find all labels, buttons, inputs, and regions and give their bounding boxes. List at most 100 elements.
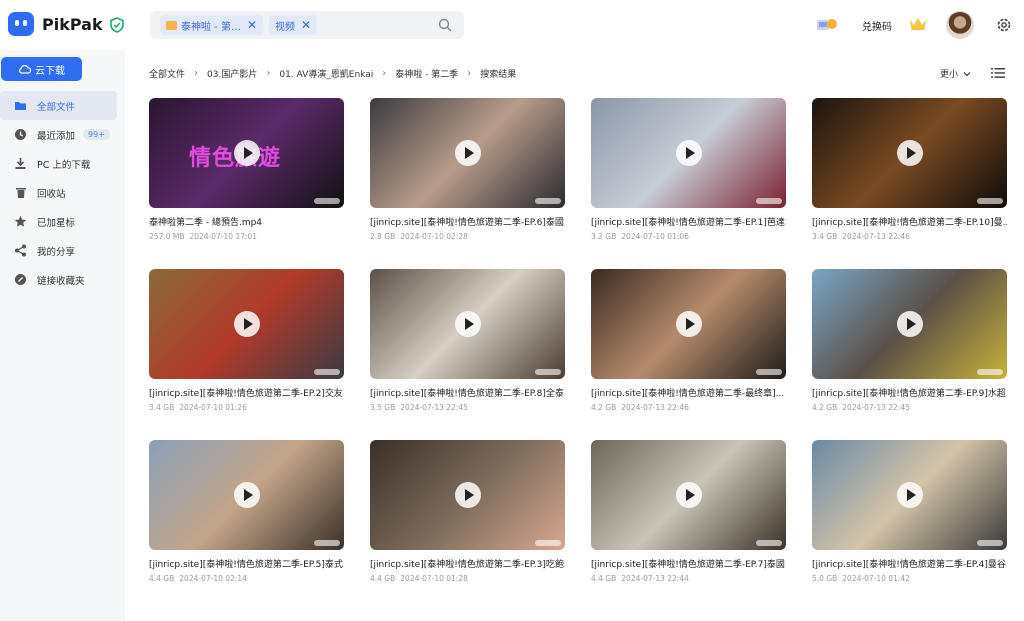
video-thumbnail[interactable] [812, 440, 1007, 550]
cloud-download-button[interactable]: 云下载 [1, 57, 82, 81]
sidebar-item-trash[interactable]: 回收站 [0, 178, 125, 207]
file-name[interactable]: [jinricp.site][泰神啦!情色旅遊第二季-最终章]... [591, 386, 786, 399]
video-thumbnail[interactable] [149, 440, 344, 550]
watermark-icon [535, 540, 561, 546]
file-card[interactable]: [jinricp.site][泰神啦!情色旅遊第二季-最终章]... 4.2 GB… [591, 269, 786, 412]
sidebar-item-my-shares[interactable]: 我的分享 [0, 236, 125, 265]
avatar[interactable] [946, 11, 974, 39]
close-icon[interactable]: ✕ [301, 18, 311, 32]
file-card[interactable]: [jinricp.site][泰神啦!情色旅遊第二季-EP.3]吃飽... 4.4… [370, 440, 565, 583]
sidebar-item-recent[interactable]: 最近添加 99+ [0, 120, 125, 149]
video-thumbnail[interactable] [812, 269, 1007, 379]
file-name[interactable]: [jinricp.site][泰神啦!情色旅遊第二季-EP.4]曼谷... [812, 557, 1007, 570]
sidebar-item-pc-downloads[interactable]: PC 上的下载 [0, 149, 125, 178]
breadcrumb-item[interactable]: 泰神啦 - 第二季 [395, 67, 458, 80]
file-meta: 3.2 GB 2024-07-10 01:06 [591, 232, 786, 241]
brand-logo[interactable]: PikPak [8, 12, 103, 36]
play-icon[interactable] [896, 482, 923, 508]
play-icon[interactable] [233, 482, 260, 508]
file-card[interactable]: [jinricp.site][泰神啦!情色旅遊第二季-EP.1]芭達... 3.2… [591, 98, 786, 241]
video-thumbnail[interactable] [370, 440, 565, 550]
play-icon[interactable] [233, 311, 260, 337]
video-thumbnail[interactable] [149, 269, 344, 379]
close-icon[interactable]: ✕ [247, 18, 257, 32]
file-meta: 3.5 GB 2024-07-13 22:45 [370, 403, 565, 412]
video-thumbnail[interactable]: 情色旅遊 [149, 98, 344, 208]
file-meta: 5.0 GB 2024-07-10 01:42 [812, 574, 1007, 583]
file-size: 4.2 GB [591, 403, 617, 412]
share-icon [14, 244, 27, 257]
file-card[interactable]: [jinricp.site][泰神啦!情色旅遊第二季-EP.2]交友... 3.4… [149, 269, 344, 412]
brand-name: PikPak [42, 14, 103, 34]
file-card[interactable]: [jinricp.site][泰神啦!情色旅遊第二季-EP.8]全泰... 3.5… [370, 269, 565, 412]
file-name[interactable]: [jinricp.site][泰神啦!情色旅遊第二季-EP.8]全泰... [370, 386, 565, 399]
search-icon[interactable] [438, 18, 452, 32]
play-icon[interactable] [675, 482, 702, 508]
file-meta: 2.8 GB 2024-07-10 02:28 [370, 232, 565, 241]
file-name[interactable]: [jinricp.site][泰神啦!情色旅遊第二季-EP.3]吃飽... [370, 557, 565, 570]
file-name[interactable]: [jinricp.site][泰神啦!情色旅遊第二季-EP.7]泰國... [591, 557, 786, 570]
file-meta: 4.4 GB 2024-07-10 01:28 [370, 574, 565, 583]
file-name[interactable]: [jinricp.site][泰神啦!情色旅遊第二季-EP.1]芭達... [591, 215, 786, 228]
play-icon[interactable] [675, 311, 702, 337]
clock-icon [14, 128, 27, 141]
pikpak-app: PikPak 泰神啦 - 第… ✕ 视频 ✕ 兑换码 云下载 全部文件 最近添加… [0, 0, 1024, 621]
recent-count-badge: 99+ [83, 129, 110, 140]
file-card[interactable]: [jinricp.site][泰神啦!情色旅遊第二季-EP.4]曼谷... 5.0… [812, 440, 1007, 583]
sidebar-item-label: 全部文件 [37, 101, 76, 113]
watermark-icon [535, 369, 561, 375]
file-date: 2024-07-13 22:45 [842, 403, 910, 412]
trash-icon [14, 186, 27, 199]
chevron-right-icon: › [266, 68, 271, 79]
file-meta: 3.4 GB 2024-07-13 22:46 [812, 232, 1007, 241]
watermark-icon [977, 369, 1003, 375]
play-icon[interactable] [896, 311, 923, 337]
play-icon[interactable] [454, 140, 481, 166]
sidebar-item-label: 最近添加 [37, 130, 76, 142]
shield-icon[interactable] [110, 17, 124, 33]
file-meta: 4.4 GB 2024-07-13 22:44 [591, 574, 786, 583]
redeem-code-button[interactable]: 兑换码 [862, 18, 892, 33]
breadcrumb-item[interactable]: 03.国产影片 [207, 67, 257, 80]
file-card[interactable]: [jinricp.site][泰神啦!情色旅遊第二季-EP.7]泰國... 4.4… [591, 440, 786, 583]
video-thumbnail[interactable] [812, 98, 1007, 208]
search-bar[interactable]: 泰神啦 - 第… ✕ 视频 ✕ [150, 11, 464, 39]
file-card[interactable]: [jinricp.site][泰神啦!情色旅遊第二季-EP.6]泰國... 2.8… [370, 98, 565, 241]
file-card[interactable]: [jinricp.site][泰神啦!情色旅遊第二季-EP.9]水超... 4.2… [812, 269, 1007, 412]
breadcrumb-current: 搜索结果 [480, 70, 517, 80]
file-name[interactable]: [jinricp.site][泰神啦!情色旅遊第二季-EP.2]交友... [149, 386, 344, 399]
crown-icon[interactable] [909, 16, 927, 32]
play-icon[interactable] [454, 311, 481, 337]
video-thumbnail[interactable] [591, 269, 786, 379]
gear-icon[interactable] [996, 17, 1012, 33]
play-icon[interactable] [233, 140, 260, 166]
sidebar-item-link-collection[interactable]: 链接收藏夹 [0, 265, 125, 294]
file-card[interactable]: 情色旅遊泰神啦第二季 - 總預告.mp4 257.0 MB 2024-07-10 1… [149, 98, 344, 241]
sidebar-item-starred[interactable]: 已加星标 [0, 207, 125, 236]
file-date: 2024-07-13 22:46 [842, 232, 910, 241]
file-name[interactable]: 泰神啦第二季 - 總預告.mp4 [149, 215, 344, 228]
promo-icon[interactable] [816, 16, 838, 32]
file-date: 2024-07-10 17:01 [189, 232, 258, 241]
file-name[interactable]: [jinricp.site][泰神啦!情色旅遊第二季-EP.10]曼... [812, 215, 1007, 228]
video-thumbnail[interactable] [591, 440, 786, 550]
breadcrumb-item[interactable]: 全部文件 [149, 67, 185, 80]
play-icon[interactable] [896, 140, 923, 166]
video-thumbnail[interactable] [370, 269, 565, 379]
cloud-icon [19, 65, 31, 74]
sidebar-item-all-files[interactable]: 全部文件 [0, 91, 117, 120]
play-icon[interactable] [454, 482, 481, 508]
play-icon[interactable] [675, 140, 702, 166]
file-card[interactable]: [jinricp.site][泰神啦!情色旅遊第二季-EP.5]泰式... 4.4… [149, 440, 344, 583]
sort-dropdown[interactable]: 更小 [940, 67, 972, 80]
file-card[interactable]: [jinricp.site][泰神啦!情色旅遊第二季-EP.10]曼... 3.4… [812, 98, 1007, 241]
breadcrumb-item[interactable]: 01. AV導演_恩凱Enkai [279, 67, 373, 80]
file-name[interactable]: [jinricp.site][泰神啦!情色旅遊第二季-EP.6]泰國... [370, 215, 565, 228]
file-name[interactable]: [jinricp.site][泰神啦!情色旅遊第二季-EP.9]水超... [812, 386, 1007, 399]
list-view-icon[interactable] [991, 67, 1005, 79]
video-thumbnail[interactable] [591, 98, 786, 208]
video-thumbnail[interactable] [370, 98, 565, 208]
file-meta: 257.0 MB 2024-07-10 17:01 [149, 232, 344, 241]
file-name[interactable]: [jinricp.site][泰神啦!情色旅遊第二季-EP.5]泰式... [149, 557, 344, 570]
sidebar-item-label: 回收站 [37, 188, 66, 200]
